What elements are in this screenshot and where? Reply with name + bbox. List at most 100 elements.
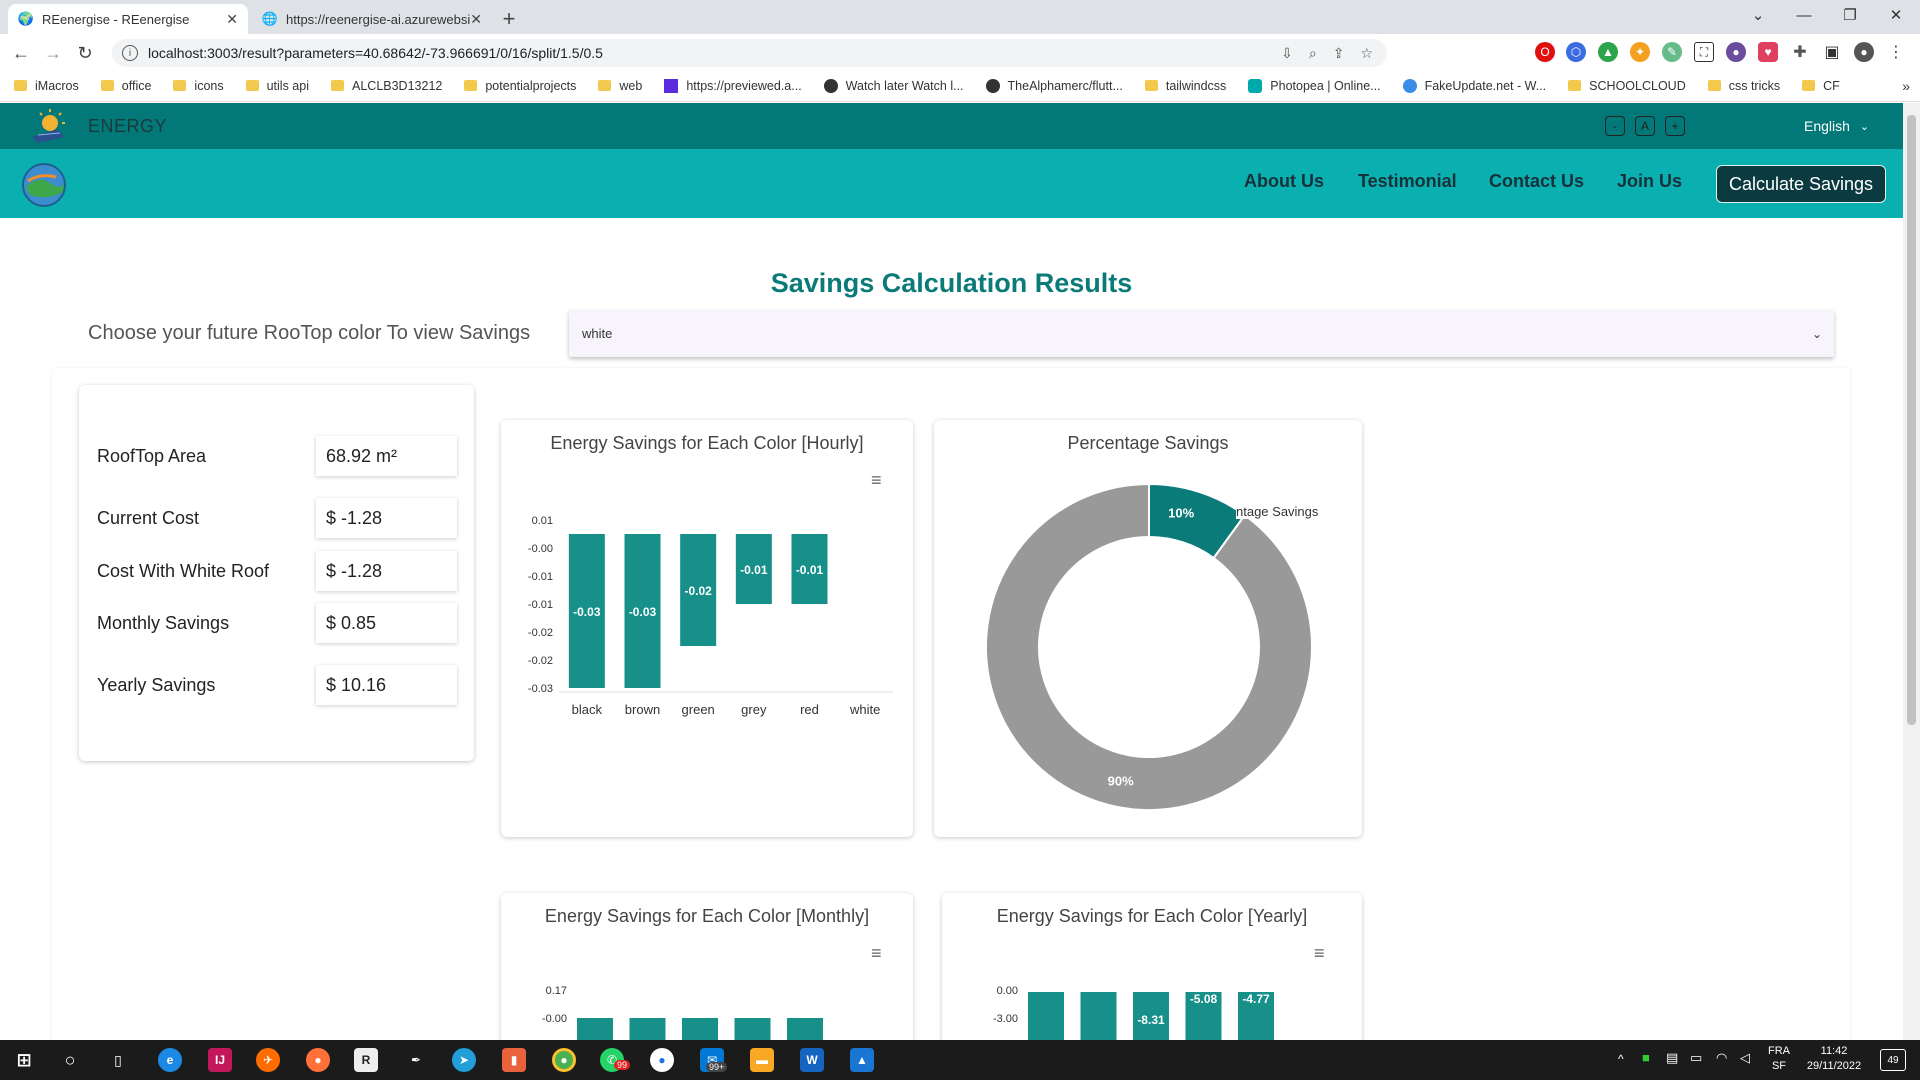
battery-icon[interactable]: ▭ — [1690, 1050, 1702, 1066]
tray-icon[interactable]: ▤ — [1666, 1050, 1678, 1066]
extension-icon[interactable]: ✦ — [1630, 42, 1650, 62]
calculate-savings-button[interactable]: Calculate Savings — [1716, 165, 1886, 203]
volume-icon[interactable]: ◁ — [1740, 1050, 1750, 1066]
signal-icon[interactable]: ● — [650, 1048, 674, 1072]
x-tick-label: green — [682, 702, 715, 717]
menu-kebab-icon[interactable]: ⋮ — [1886, 42, 1906, 62]
whatsapp-badge: 99 — [614, 1060, 631, 1070]
more-bookmarks-icon[interactable]: » — [1902, 78, 1910, 94]
pocket-icon[interactable]: ♥ — [1758, 42, 1778, 62]
language-select[interactable]: English ⌄ — [1786, 112, 1886, 140]
postman-icon[interactable]: ✈ — [256, 1048, 280, 1072]
rooftop-color-select[interactable]: white ⌄ — [569, 310, 1834, 357]
browser-tab-active[interactable]: 🌍 REenergise - REenergise ✕ — [8, 4, 248, 34]
font-decrease-button[interactable]: - — [1605, 116, 1625, 136]
bookmark-item[interactable]: icons — [173, 79, 224, 93]
bookmark-item[interactable]: SCHOOLCLOUD — [1568, 79, 1686, 93]
intellij-icon[interactable]: IJ — [208, 1048, 232, 1072]
chart-menu-icon[interactable]: ≡ — [1314, 943, 1325, 964]
chart-menu-icon[interactable]: ≡ — [871, 470, 882, 491]
file-explorer-icon[interactable]: ▬ — [750, 1048, 774, 1072]
app-icon[interactable]: ▮ — [502, 1048, 526, 1072]
screenshot-icon[interactable]: ⛶ — [1694, 42, 1714, 62]
nav-about-us[interactable]: About Us — [1244, 171, 1324, 192]
close-tab-icon[interactable]: ✕ — [226, 11, 238, 28]
forward-button[interactable]: → — [40, 40, 66, 66]
wifi-icon[interactable]: ◠ — [1716, 1050, 1727, 1066]
bookmark-item[interactable]: TheAlphamerc/flutt... — [985, 78, 1123, 93]
extensions-puzzle-icon[interactable]: ✚ — [1790, 42, 1810, 62]
bookmark-star-icon[interactable]: ☆ — [1360, 45, 1373, 62]
language-label: English — [1804, 118, 1850, 134]
rider-icon[interactable]: R — [354, 1048, 378, 1072]
nav-contact-us[interactable]: Contact Us — [1489, 171, 1584, 192]
clock-icon — [823, 78, 838, 93]
tray-chevron-icon[interactable]: ^ — [1618, 1052, 1624, 1066]
task-view-icon[interactable]: ▯ — [106, 1048, 130, 1072]
webstorm-icon[interactable]: W — [800, 1048, 824, 1072]
minimize-button[interactable]: — — [1781, 0, 1827, 30]
close-tab-icon[interactable]: ✕ — [470, 11, 482, 28]
bookmark-item[interactable]: office — [100, 79, 151, 93]
notification-center-icon[interactable]: 49 — [1880, 1049, 1906, 1071]
profile-avatar[interactable]: ● — [1854, 42, 1874, 62]
edge-icon[interactable]: e — [158, 1048, 182, 1072]
nav-join-us[interactable]: Join Us — [1617, 171, 1682, 192]
tab-search-icon[interactable]: ⌄ — [1735, 0, 1781, 30]
folder-icon — [1707, 80, 1721, 91]
bookmark-item[interactable]: potentialprojects — [464, 79, 576, 93]
inkscape-icon[interactable]: ✒ — [404, 1048, 428, 1072]
chevron-down-icon: ⌄ — [1811, 326, 1822, 341]
photos-icon[interactable]: ▲ — [850, 1048, 874, 1072]
bookmark-item[interactable]: https://previewed.a... — [664, 78, 802, 93]
clock-time: 11:42 — [1820, 1045, 1848, 1057]
site-logo-icon[interactable] — [20, 161, 68, 209]
new-tab-button[interactable]: + — [496, 6, 522, 32]
bar-data-label: -0.03 — [573, 605, 601, 619]
restore-button[interactable]: ❐ — [1827, 0, 1873, 30]
opera-extension-icon[interactable]: O — [1535, 42, 1555, 62]
bookmark-item[interactable]: utils api — [245, 79, 309, 93]
scrollbar-thumb[interactable] — [1907, 115, 1916, 725]
search-icon[interactable]: ○ — [58, 1048, 82, 1072]
address-bar[interactable]: i localhost:3003/result?parameters=40.68… — [112, 39, 1387, 67]
back-button[interactable]: ← — [8, 40, 34, 66]
extension-icon[interactable]: ▲ — [1598, 42, 1618, 62]
nav-testimonial[interactable]: Testimonial — [1358, 171, 1457, 192]
close-window-button[interactable]: ✕ — [1873, 0, 1919, 30]
bookmark-item[interactable]: iMacros — [14, 79, 79, 93]
font-reset-button[interactable]: A — [1635, 116, 1655, 136]
reload-button[interactable]: ↻ — [72, 40, 98, 66]
info-icon[interactable]: i — [122, 45, 138, 61]
bar-data-label: -0.02 — [684, 584, 712, 598]
bookmark-item[interactable]: tailwindcss — [1144, 79, 1226, 93]
windows-start-icon[interactable]: ⊞ — [12, 1048, 36, 1072]
telegram-icon[interactable]: ➤ — [452, 1048, 476, 1072]
clock[interactable]: 11:42 29/11/2022 — [1798, 1044, 1870, 1074]
bookmark-item[interactable]: ALCLB3D13212 — [331, 79, 442, 93]
zoom-icon[interactable]: ⌕ — [1309, 45, 1317, 62]
bookmark-item[interactable]: FakeUpdate.net - W... — [1402, 78, 1546, 93]
side-panel-icon[interactable]: ▣ — [1822, 42, 1842, 62]
bookmark-item[interactable]: Watch later Watch l... — [823, 78, 964, 93]
font-increase-button[interactable]: + — [1665, 116, 1685, 136]
donut-slice[interactable] — [985, 482, 1313, 811]
bookmark-item[interactable]: CF — [1802, 79, 1840, 93]
browser-tab[interactable]: 🌐 https://reenergise-ai.azurewebsit ✕ — [252, 4, 492, 34]
github-icon — [985, 78, 1000, 93]
share-icon[interactable]: ⇪ — [1333, 45, 1345, 62]
extension-icon[interactable]: ✎ — [1662, 42, 1682, 62]
chrome-icon[interactable]: ● — [552, 1048, 576, 1072]
extension-icon[interactable]: ⬡ — [1566, 42, 1586, 62]
bookmark-item[interactable]: css tricks — [1707, 79, 1780, 93]
firefox-icon[interactable]: ● — [306, 1048, 330, 1072]
folder-icon — [1144, 80, 1158, 91]
tray-app-icon[interactable]: ■ — [1642, 1050, 1650, 1065]
input-language[interactable]: FRA SF — [1768, 1044, 1790, 1074]
bookmark-item[interactable]: web — [598, 79, 642, 93]
page-scrollbar[interactable] — [1903, 103, 1920, 1040]
bookmark-item[interactable]: Photopea | Online... — [1248, 78, 1381, 93]
chart-menu-icon[interactable]: ≡ — [871, 943, 882, 964]
install-icon[interactable]: ⇩ — [1281, 45, 1293, 62]
extension-icon[interactable]: ● — [1726, 42, 1746, 62]
